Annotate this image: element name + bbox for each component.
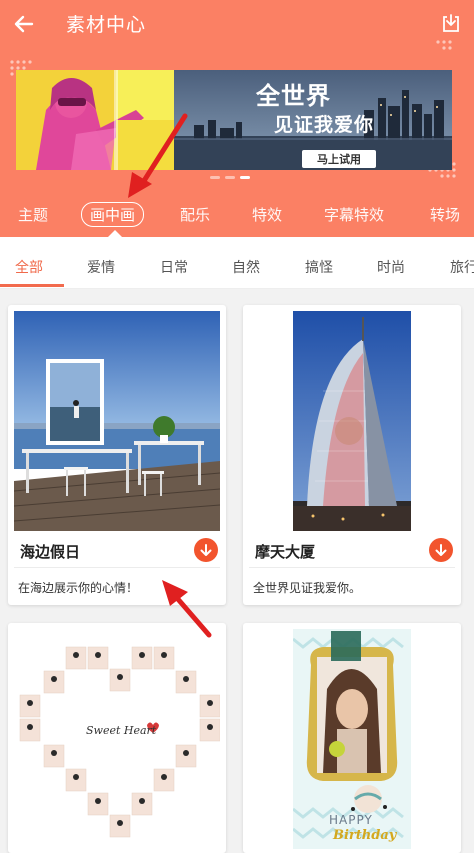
material-card[interactable]: HAPPY Birthday xyxy=(243,623,461,853)
subtab-nature[interactable]: 自然 xyxy=(232,257,260,277)
download-circle-icon[interactable] xyxy=(194,538,218,562)
category-tabs: 主题 画中画 配乐 特效 字幕特效 转场 xyxy=(0,200,474,230)
material-card[interactable]: 海边假日 在海边展示你的心情！ xyxy=(8,305,226,605)
card-description: 全世界见证我爱你。 xyxy=(253,581,362,595)
page-title: 素材中心 xyxy=(66,14,147,36)
decor-dots xyxy=(436,40,452,50)
card-description: 在海边展示你的心情！ xyxy=(18,581,139,595)
card-title: 海边假日 xyxy=(20,543,81,561)
back-button[interactable] xyxy=(8,8,40,40)
material-card[interactable]: 摩天大厦 全世界见证我爱你。 xyxy=(243,305,461,605)
tab-music[interactable]: 配乐 xyxy=(180,204,210,225)
subtab-fashion[interactable]: 时尚 xyxy=(377,257,405,277)
pager-dot[interactable] xyxy=(210,176,220,179)
banner-portrait-image xyxy=(16,70,174,170)
card-title: 摩天大厦 xyxy=(255,543,316,561)
download-manager-button[interactable] xyxy=(436,8,466,40)
subtab-daily[interactable]: 日常 xyxy=(160,257,188,277)
skyscraper-preview-image xyxy=(293,311,411,531)
banner-pager xyxy=(210,176,250,179)
card-divider xyxy=(249,567,455,568)
tab-subtitle-effects[interactable]: 字幕特效 xyxy=(324,204,384,225)
promo-banner[interactable]: 全世界 见证我爱你 马上试用 xyxy=(16,70,452,170)
tab-picture-in-picture[interactable]: 画中画 xyxy=(81,202,145,227)
card-divider xyxy=(14,567,220,568)
sticker-text-birthday: Birthday xyxy=(333,828,397,843)
subtab-funny[interactable]: 搞怪 xyxy=(305,257,333,277)
sticker-text: Sweet Heart xyxy=(86,724,157,737)
subtab-love[interactable]: 爱情 xyxy=(87,257,115,277)
sticker-text-happy: HAPPY xyxy=(329,813,373,827)
subtab-underline xyxy=(0,284,64,287)
active-tab-caret xyxy=(108,230,122,237)
tab-transition[interactable]: 转场 xyxy=(430,204,460,225)
download-box-icon xyxy=(443,14,459,32)
material-card[interactable]: Sweet Heart xyxy=(8,623,226,853)
subcategory-tabs: 全部 爱情 日常 自然 搞怪 时尚 旅行 xyxy=(0,237,474,289)
sweet-heart-preview-image xyxy=(14,629,220,849)
banner-headline: 全世界 xyxy=(256,81,331,110)
pager-dot-active[interactable] xyxy=(240,176,250,179)
tab-theme[interactable]: 主题 xyxy=(18,204,48,225)
pager-dot[interactable] xyxy=(225,176,235,179)
download-circle-icon[interactable] xyxy=(429,538,453,562)
tab-effects[interactable]: 特效 xyxy=(252,204,282,225)
subtab-travel[interactable]: 旅行 xyxy=(450,257,474,277)
subtab-all[interactable]: 全部 xyxy=(15,257,43,277)
banner-try-button[interactable]: 马上试用 xyxy=(302,150,376,168)
back-arrow-icon xyxy=(14,15,34,33)
banner-subheadline: 见证我爱你 xyxy=(274,114,375,136)
seaside-preview-image xyxy=(14,311,220,531)
header-bar: 素材中心 全世界 见证我爱你 马上试用 主题 画中画 配乐 特效 字幕特效 转场 xyxy=(0,0,474,237)
